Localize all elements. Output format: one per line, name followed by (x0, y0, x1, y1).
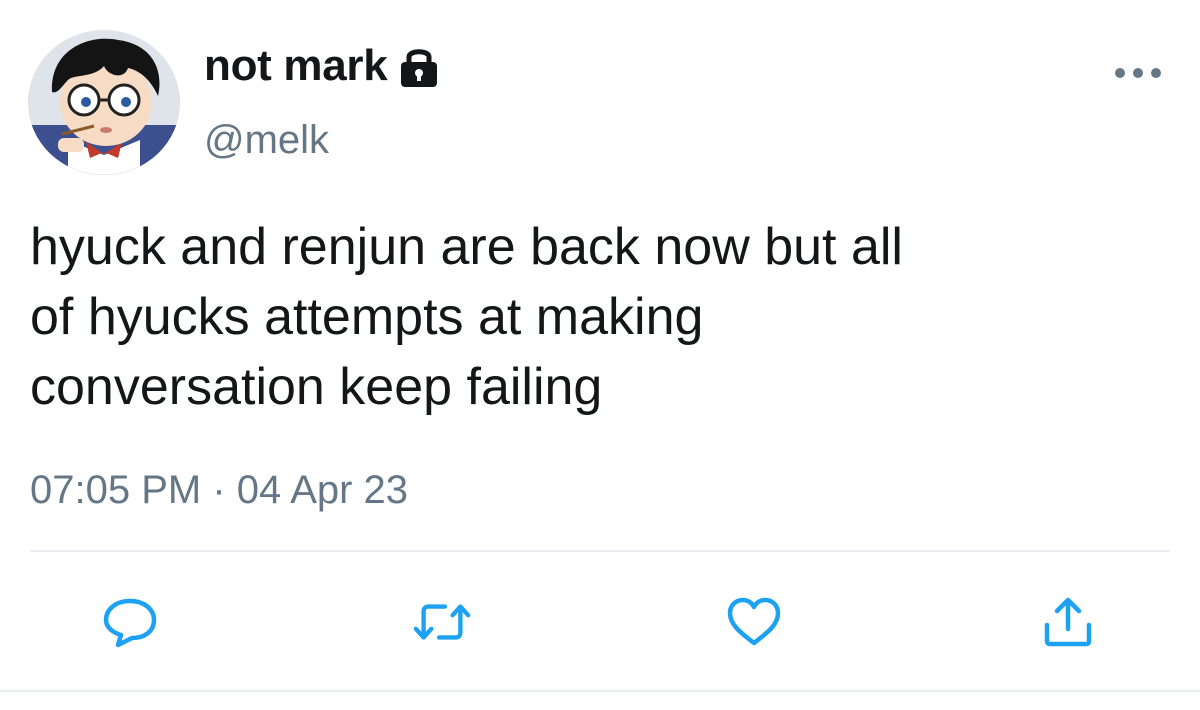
more-horizontal-icon[interactable] (1112, 60, 1164, 86)
retweet-icon (413, 604, 471, 640)
tweet-time: 07:05 PM (30, 468, 202, 512)
avatar[interactable] (28, 30, 180, 175)
heart-icon (727, 597, 781, 646)
display-name[interactable]: not mark (204, 41, 388, 91)
divider (0, 690, 1200, 692)
tweet-date: 04 Apr 23 (236, 468, 409, 512)
share-icon (1044, 597, 1092, 647)
lock-icon (397, 43, 441, 89)
author-name-row: not mark (204, 40, 441, 92)
author-handle[interactable]: @melk (204, 118, 329, 163)
tweet-text: hyuck and renjun are back now but all of… (30, 218, 903, 416)
timestamp-separator: · (212, 468, 226, 512)
retweet-button[interactable] (412, 592, 472, 652)
avatar-image (28, 30, 180, 175)
divider (30, 550, 1170, 552)
reply-button[interactable] (100, 592, 160, 652)
tweet-card: not mark @melk hyuck and renjun are back… (0, 0, 1200, 710)
share-button[interactable] (1038, 592, 1098, 652)
action-bar (0, 592, 1200, 652)
timestamp[interactable]: 07:05 PM · 04 Apr 23 (30, 468, 408, 513)
like-button[interactable] (724, 592, 784, 652)
reply-bubble-icon (103, 598, 157, 648)
